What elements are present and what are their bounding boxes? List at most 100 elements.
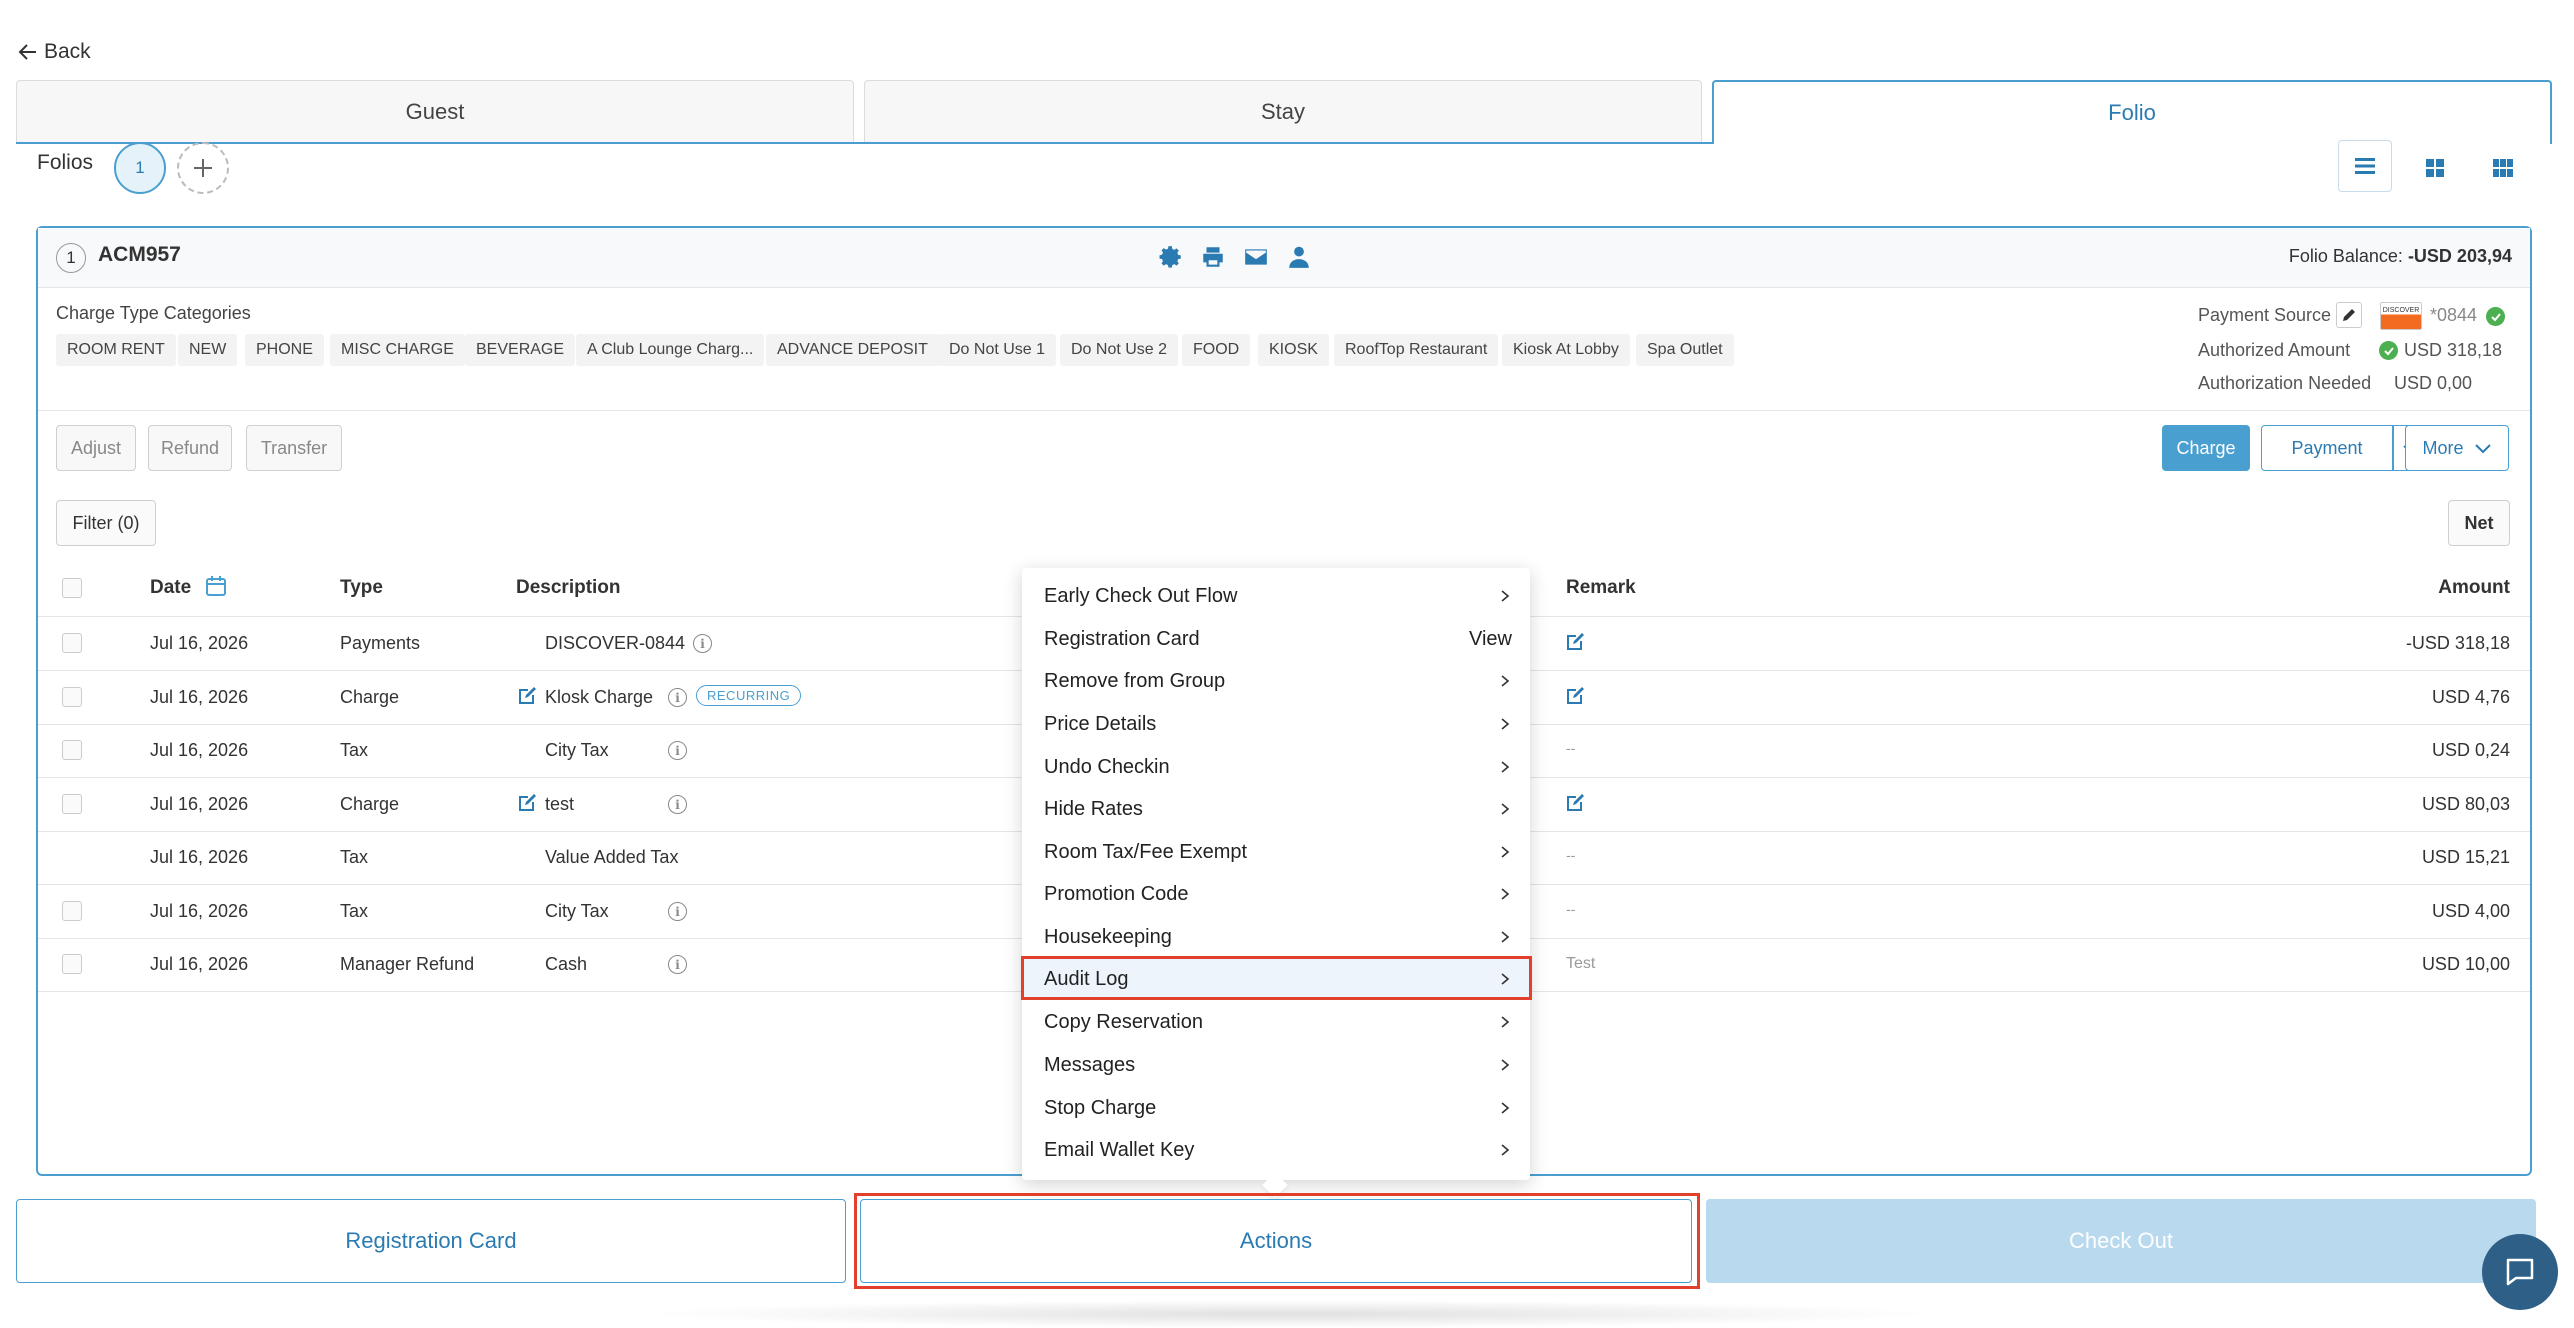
- registration-card-button[interactable]: Registration Card: [16, 1199, 846, 1283]
- charge-chip[interactable]: NEW: [178, 334, 238, 366]
- charge-chip[interactable]: RoofTop Restaurant: [1334, 334, 1499, 366]
- chat-bubble-icon: [2506, 1258, 2534, 1286]
- row-checkbox[interactable]: [62, 901, 82, 921]
- menu-item-audit-log[interactable]: Audit Log: [1044, 959, 1512, 999]
- back-button[interactable]: Back: [18, 40, 91, 64]
- calendar-icon[interactable]: [204, 574, 228, 603]
- email-button[interactable]: [1243, 244, 1271, 272]
- more-button[interactable]: More: [2405, 425, 2509, 471]
- pencil-icon: [2343, 309, 2355, 321]
- charge-chip[interactable]: ADVANCE DEPOSIT: [766, 334, 939, 366]
- add-folio-button[interactable]: [177, 142, 229, 194]
- charge-chip[interactable]: MISC CHARGE: [330, 334, 465, 366]
- row-amount: USD 80,03: [2421, 794, 2510, 814]
- select-all-checkbox[interactable]: [62, 578, 82, 598]
- row-amount: -USD 318,18: [2405, 633, 2510, 653]
- card-divider: [38, 410, 2530, 411]
- chevron-right-icon: [1501, 675, 1510, 687]
- chat-button[interactable]: [2482, 1234, 2558, 1310]
- authorization-needed-label: Authorization Needed: [2198, 373, 2372, 393]
- list-view-button[interactable]: [2338, 140, 2392, 192]
- row-date: Jul 16, 2026: [150, 740, 249, 760]
- menu-item-early-check-out-flow[interactable]: Early Check Out Flow: [1044, 576, 1512, 616]
- tab-guest[interactable]: Guest: [16, 80, 854, 143]
- edit-charge-button[interactable]: [516, 685, 538, 712]
- registration-card-view-link[interactable]: View: [1469, 628, 1512, 651]
- charge-button[interactable]: Charge: [2162, 425, 2250, 471]
- check-out-button[interactable]: Check Out: [1706, 1199, 2536, 1283]
- menu-item-messages[interactable]: Messages: [1044, 1045, 1512, 1085]
- info-icon[interactable]: i: [668, 688, 687, 707]
- charge-chip[interactable]: Kiosk At Lobby: [1502, 334, 1630, 366]
- tab-underline: [16, 142, 1712, 144]
- adjust-button[interactable]: Adjust: [56, 425, 136, 471]
- menu-item-hide-rates[interactable]: Hide Rates: [1044, 789, 1512, 829]
- edit-icon: [519, 687, 536, 704]
- row-amount: USD 15,21: [2421, 847, 2510, 867]
- edit-remark-button[interactable]: [1564, 792, 1586, 819]
- printer-icon: [1203, 247, 1223, 267]
- payment-source-label: Payment Source: [2198, 305, 2332, 325]
- authorized-amount-label: Authorized Amount: [2198, 340, 2351, 360]
- info-icon[interactable]: i: [668, 955, 687, 974]
- menu-item-registration-card[interactable]: Registration Card View: [1044, 619, 1512, 659]
- col-type: Type: [340, 577, 383, 598]
- menu-item-housekeeping[interactable]: Housekeeping: [1044, 917, 1512, 957]
- edit-remark-button[interactable]: [1564, 631, 1586, 658]
- folio-settings-button[interactable]: [1158, 244, 1186, 272]
- charge-chip[interactable]: A Club Lounge Charg...: [576, 334, 765, 366]
- row-checkbox[interactable]: [62, 794, 82, 814]
- menu-item-price-details[interactable]: Price Details: [1044, 704, 1512, 744]
- info-icon[interactable]: i: [668, 741, 687, 760]
- chevron-right-icon: [1501, 1144, 1510, 1156]
- edit-remark-button[interactable]: [1564, 685, 1586, 712]
- edit-icon: [1567, 794, 1584, 811]
- transfer-button[interactable]: Transfer: [246, 425, 342, 471]
- menu-item-stop-charge[interactable]: Stop Charge: [1044, 1088, 1512, 1128]
- menu-item-email-wallet-key[interactable]: Email Wallet Key: [1044, 1130, 1512, 1170]
- row-type: Tax: [340, 847, 369, 867]
- col-remark: Remark: [1566, 577, 1636, 598]
- charge-chip[interactable]: Do Not Use 1: [938, 334, 1057, 366]
- tab-folio[interactable]: Folio: [1712, 80, 2552, 144]
- dense-grid-view-button[interactable]: [2476, 145, 2530, 191]
- row-description: Value Added Tax: [545, 847, 679, 867]
- menu-item-remove-from-group[interactable]: Remove from Group: [1044, 661, 1512, 701]
- menu-item-room-tax-fee-exempt[interactable]: Room Tax/Fee Exempt: [1044, 832, 1512, 872]
- charge-chip[interactable]: Spa Outlet: [1636, 334, 1734, 366]
- grid-view-button[interactable]: [2408, 145, 2462, 191]
- menu-item-copy-reservation[interactable]: Copy Reservation: [1044, 1002, 1512, 1042]
- refund-button[interactable]: Refund: [148, 425, 232, 471]
- col-amount: Amount: [2438, 577, 2510, 598]
- row-amount: USD 10,00: [2421, 954, 2510, 974]
- tab-stay[interactable]: Stay: [864, 80, 1702, 143]
- menu-item-undo-checkin[interactable]: Undo Checkin: [1044, 747, 1512, 787]
- folio-selector-1[interactable]: 1: [114, 142, 166, 194]
- info-icon[interactable]: i: [668, 902, 687, 921]
- row-checkbox[interactable]: [62, 633, 82, 653]
- row-checkbox[interactable]: [62, 740, 82, 760]
- menu-item-promotion-code[interactable]: Promotion Code: [1044, 874, 1512, 914]
- charge-chip[interactable]: BEVERAGE: [465, 334, 576, 366]
- row-checkbox[interactable]: [62, 954, 82, 974]
- edit-payment-source-button[interactable]: [2336, 302, 2362, 328]
- info-icon[interactable]: i: [668, 795, 687, 814]
- print-button[interactable]: [1200, 244, 1228, 272]
- charge-chip[interactable]: PHONE: [245, 334, 324, 366]
- row-checkbox[interactable]: [62, 687, 82, 707]
- edit-charge-button[interactable]: [516, 792, 538, 819]
- payment-button[interactable]: Payment: [2261, 425, 2393, 471]
- back-label: Back: [44, 40, 91, 63]
- filter-button[interactable]: Filter (0): [56, 500, 156, 546]
- row-date: Jul 16, 2026: [150, 687, 249, 707]
- charge-chip[interactable]: FOOD: [1182, 334, 1251, 366]
- grid-view-icon: [2426, 159, 2444, 177]
- net-button[interactable]: Net: [2448, 500, 2510, 546]
- charge-chip[interactable]: KIOSK: [1258, 334, 1329, 366]
- charge-chip[interactable]: ROOM RENT: [56, 334, 176, 366]
- charge-chip[interactable]: Do Not Use 2: [1060, 334, 1179, 366]
- row-remark: Test: [1566, 955, 1596, 972]
- guest-profile-button[interactable]: [1286, 244, 1314, 272]
- charge-type-categories-label: Charge Type Categories: [56, 303, 251, 323]
- info-icon[interactable]: i: [693, 634, 712, 653]
